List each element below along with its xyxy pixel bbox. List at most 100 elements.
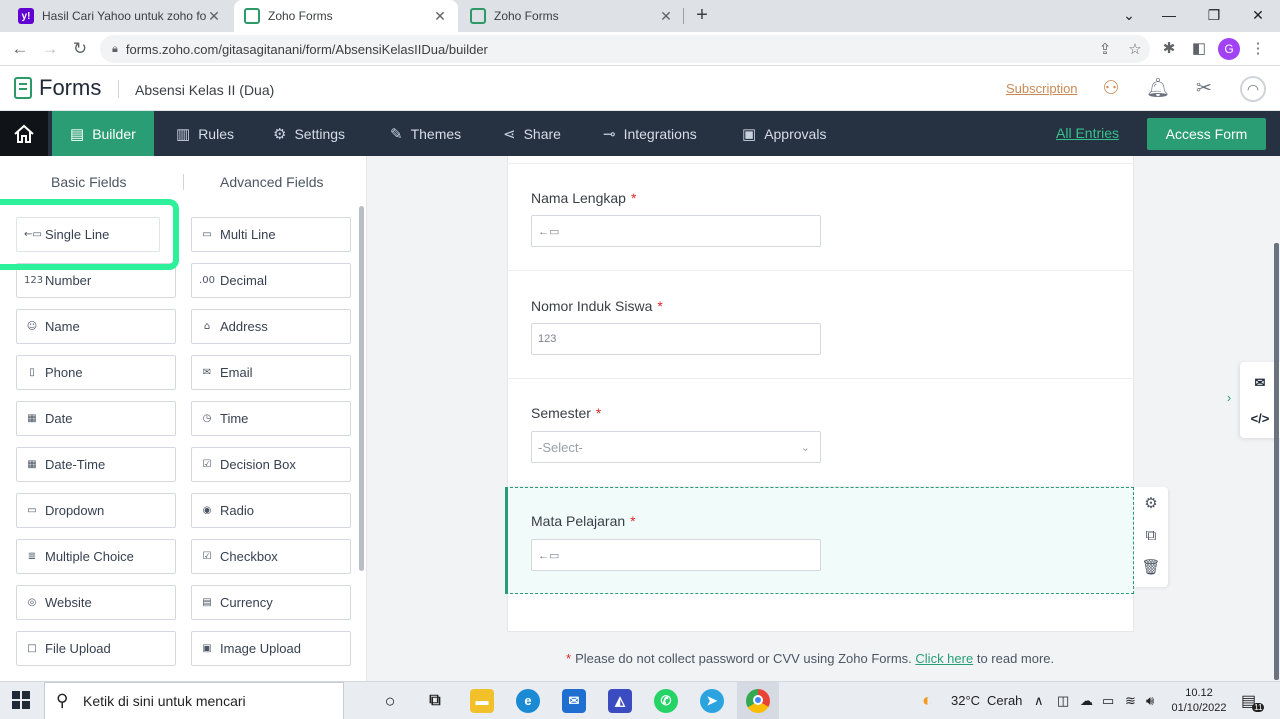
meet-now-icon[interactable]: ◫ bbox=[1057, 693, 1069, 709]
field-image-upload[interactable]: ▣ Image Upload bbox=[191, 631, 351, 666]
taskbar-search-input[interactable]: ⚲ Ketik di sini untuk mencari bbox=[44, 682, 344, 719]
edge-icon[interactable]: e bbox=[516, 689, 540, 713]
tab-title: Zoho Forms bbox=[494, 9, 559, 23]
window-close-button[interactable]: ✕ bbox=[1238, 0, 1278, 32]
tools-icon[interactable]: ✂ bbox=[1191, 76, 1217, 102]
maximize-button[interactable]: ❐ bbox=[1194, 0, 1234, 32]
task-view-icon[interactable]: ⧉ bbox=[423, 689, 447, 713]
browser-tab-zoho-forms[interactable]: Zoho Forms ✕ bbox=[460, 0, 684, 32]
home-icon bbox=[14, 124, 34, 143]
reload-icon[interactable]: ↻ bbox=[68, 37, 92, 61]
notification-icon[interactable]: ▤11 bbox=[1241, 691, 1268, 712]
tab-builder[interactable]: ▤ Builder bbox=[52, 111, 154, 156]
telegram-icon[interactable]: ➤ bbox=[700, 689, 724, 713]
extensions-puzzle-icon[interactable]: ✱ bbox=[1157, 37, 1181, 61]
cortana-icon[interactable]: ○ bbox=[378, 689, 402, 713]
nama-lengkap-input[interactable]: ←▭ bbox=[531, 215, 821, 247]
wifi-icon[interactable]: ≋ bbox=[1125, 693, 1136, 709]
tab-search-chevron-icon[interactable]: ⌄ bbox=[1109, 0, 1149, 32]
side-panel-icon[interactable]: ◧ bbox=[1187, 37, 1211, 61]
field-date[interactable]: ▦ Date bbox=[16, 401, 176, 436]
team-users-icon[interactable]: ⚇ bbox=[1098, 76, 1124, 102]
field-label: Decision Box bbox=[220, 457, 296, 472]
taskbar-clock[interactable]: 10.12 01/10/2022 bbox=[1167, 686, 1231, 716]
field-multiple-choice[interactable]: ≣ Multiple Choice bbox=[16, 539, 176, 574]
tab-approvals[interactable]: ▣ Approvals bbox=[742, 111, 826, 156]
tab-integrations[interactable]: ⊸ Integrations bbox=[603, 111, 697, 156]
tab-share[interactable]: ⋖ Share bbox=[503, 111, 561, 156]
browser-tab-yahoo[interactable]: y! Hasil Cari Yahoo untuk zoho form ✕ bbox=[8, 0, 232, 32]
field-decision-box[interactable]: ☑ Decision Box bbox=[191, 447, 351, 482]
canvas-scrollbar[interactable] bbox=[1274, 243, 1279, 680]
chrome-icon[interactable] bbox=[746, 689, 770, 713]
profile-avatar[interactable]: G bbox=[1218, 38, 1240, 60]
nomor-induk-siswa-input[interactable]: 123 bbox=[531, 323, 821, 355]
field-checkbox[interactable]: ☑ Checkbox bbox=[191, 539, 351, 574]
windows-start-icon[interactable] bbox=[12, 691, 30, 709]
access-form-button[interactable]: Access Form bbox=[1147, 118, 1266, 150]
whatsapp-icon[interactable]: ✆ bbox=[654, 689, 678, 713]
chevron-right-icon[interactable]: › bbox=[1220, 388, 1238, 408]
trash-icon[interactable]: 🗑︎ bbox=[1141, 558, 1161, 578]
share-page-icon[interactable]: ⇪ bbox=[1090, 40, 1120, 58]
visual-studio-code-icon[interactable]: ◭ bbox=[608, 689, 632, 713]
field-currency[interactable]: ▤ Currency bbox=[191, 585, 351, 620]
close-icon[interactable]: ✕ bbox=[206, 8, 222, 25]
browser-tab-zoho-forms-active[interactable]: Zoho Forms ✕ bbox=[234, 0, 458, 32]
field-time[interactable]: ◷ Time bbox=[191, 401, 351, 436]
minimize-button[interactable]: — bbox=[1149, 0, 1189, 32]
field-website[interactable]: ◎ Website bbox=[16, 585, 176, 620]
label-text: Mata Pelajaran bbox=[531, 513, 626, 529]
user-avatar-icon[interactable]: ◠ bbox=[1240, 76, 1266, 102]
preview-form-icon[interactable]: ✉ bbox=[1249, 372, 1271, 394]
tab-advanced-fields[interactable]: Advanced Fields bbox=[220, 174, 324, 190]
bell-icon[interactable]: 🔔︎ bbox=[1145, 76, 1171, 102]
new-tab-button[interactable]: + bbox=[690, 4, 714, 28]
tab-themes[interactable]: ✎ Themes bbox=[390, 111, 461, 156]
address-bar[interactable]: 🔒︎ forms.zoho.com/gitasagitanani/form/Ab… bbox=[100, 35, 1150, 63]
forward-arrow-icon[interactable]: → bbox=[38, 37, 62, 61]
close-icon[interactable]: ✕ bbox=[432, 8, 448, 25]
onedrive-cloud-icon[interactable]: ☁ bbox=[1080, 693, 1093, 709]
click-here-link[interactable]: Click here bbox=[915, 651, 973, 666]
field-date-time[interactable]: ▦ Date-Time bbox=[16, 447, 176, 482]
semester-select[interactable]: -Select- ⌄ bbox=[531, 431, 821, 463]
duplicate-icon[interactable]: ⧉ bbox=[1141, 526, 1161, 546]
mata-pelajaran-input[interactable]: ←▭ bbox=[531, 539, 821, 571]
chevron-up-icon[interactable]: ∧ bbox=[1034, 693, 1044, 709]
tab-settings[interactable]: ⚙ Settings bbox=[273, 111, 345, 156]
field-phone[interactable]: ▯ Phone bbox=[16, 355, 176, 390]
mail-icon[interactable]: ✉ bbox=[562, 689, 586, 713]
weather-desc[interactable]: Cerah bbox=[987, 693, 1022, 708]
field-label: Phone bbox=[45, 365, 83, 380]
subscription-link[interactable]: Subscription bbox=[1006, 81, 1078, 96]
battery-icon[interactable]: ▭ bbox=[1102, 693, 1114, 709]
single-line-highlight bbox=[0, 199, 179, 270]
close-icon[interactable]: ✕ bbox=[658, 8, 674, 25]
field-multi-line[interactable]: ▭ Multi Line bbox=[191, 217, 351, 252]
tab-rules[interactable]: ▥ Rules bbox=[176, 111, 234, 156]
forms-logo[interactable]: Forms bbox=[14, 75, 101, 101]
field-email[interactable]: ✉ Email bbox=[191, 355, 351, 390]
field-settings-gear-icon[interactable]: ⚙ bbox=[1141, 494, 1161, 514]
field-dropdown[interactable]: ▭ Dropdown bbox=[16, 493, 176, 528]
home-button[interactable] bbox=[0, 111, 48, 156]
fields-scrollbar[interactable] bbox=[359, 206, 364, 571]
all-entries-link[interactable]: All Entries bbox=[1056, 125, 1119, 141]
menu-dots-icon[interactable]: ⋮ bbox=[1246, 37, 1270, 61]
back-arrow-icon[interactable]: ← bbox=[8, 37, 32, 61]
weather-temp[interactable]: 32°C bbox=[951, 693, 980, 708]
field-file-upload[interactable]: □ File Upload bbox=[16, 631, 176, 666]
tab-basic-fields[interactable]: Basic Fields bbox=[51, 174, 126, 190]
tabs-divider bbox=[183, 174, 184, 190]
field-decimal[interactable]: .00 Decimal bbox=[191, 263, 351, 298]
bookmark-star-icon[interactable]: ☆ bbox=[1120, 40, 1150, 58]
embed-code-icon[interactable]: </> bbox=[1249, 408, 1271, 430]
file-explorer-icon[interactable]: ▬ bbox=[470, 689, 494, 713]
field-label: Multiple Choice bbox=[45, 549, 134, 564]
volume-icon[interactable]: 🔊︎ bbox=[1146, 693, 1154, 709]
field-address[interactable]: ⌂ Address bbox=[191, 309, 351, 344]
lock-icon: 🔒︎ bbox=[112, 42, 118, 55]
field-name[interactable]: ☺ Name bbox=[16, 309, 176, 344]
field-radio[interactable]: ◉ Radio bbox=[191, 493, 351, 528]
